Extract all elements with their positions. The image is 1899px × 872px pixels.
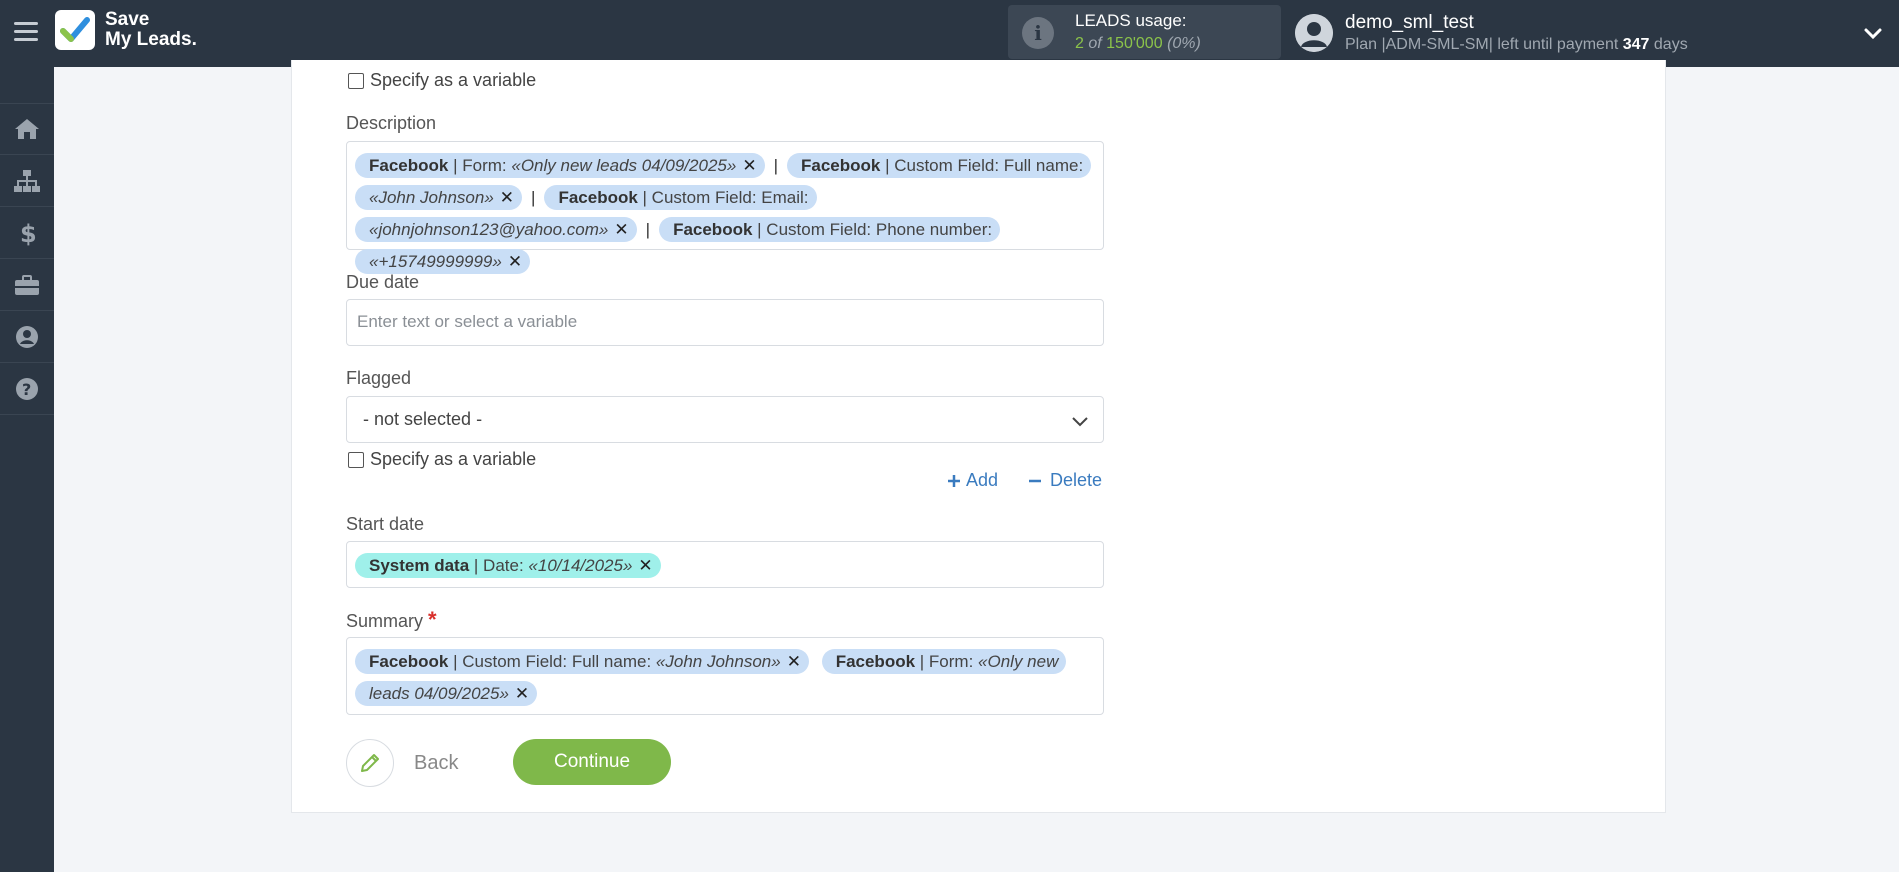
plus-icon xyxy=(948,474,960,487)
sidebar-item-billing[interactable]: $ xyxy=(0,207,54,259)
menu-toggle-icon[interactable] xyxy=(14,22,38,42)
description-label: Description xyxy=(346,113,437,133)
sidebar-item-account[interactable] xyxy=(0,311,54,363)
flagged-select[interactable]: - not selected - xyxy=(346,396,1104,443)
specify-variable-label: Specify as a variable xyxy=(370,449,537,469)
due-date-input[interactable]: Enter text or select a variable xyxy=(346,299,1104,346)
continue-button[interactable]: Continue xyxy=(513,739,671,785)
usage-count: 2 of 150'000 (0%) xyxy=(1075,35,1201,52)
app-logo[interactable]: Save My Leads. xyxy=(55,10,197,50)
flagged-label: Flagged xyxy=(346,368,412,388)
plan-info: Plan |ADM-SML-SM| left until payment 347… xyxy=(1345,36,1688,53)
user-icon xyxy=(16,325,38,348)
sidebar-item-tools[interactable] xyxy=(0,259,54,311)
due-date-label: Due date xyxy=(346,272,420,292)
due-date-placeholder: Enter text or select a variable xyxy=(357,312,578,331)
sidebar-item-home[interactable] xyxy=(0,103,54,155)
chevron-down-icon[interactable] xyxy=(1862,22,1884,44)
usage-title: LEADS usage: xyxy=(1075,11,1187,30)
remove-tag-icon[interactable]: ✕ xyxy=(742,156,756,175)
sidebar-item-connections[interactable] xyxy=(0,155,54,207)
add-link[interactable]: Add xyxy=(947,470,998,491)
home-icon xyxy=(15,119,39,139)
variable-tag: Facebook | Form: «Only new leads 04/09/2… xyxy=(355,153,765,178)
summary-field[interactable]: Facebook | Custom Field: Full name: «Joh… xyxy=(346,637,1104,715)
specify-variable-checkbox[interactable] xyxy=(348,72,364,89)
logo-line2: My Leads. xyxy=(105,29,197,50)
minus-icon xyxy=(1029,479,1041,482)
info-icon[interactable]: i xyxy=(1022,17,1054,49)
sidebar: $ ? xyxy=(0,67,54,872)
remove-tag-icon[interactable]: ✕ xyxy=(500,188,514,207)
pencil-icon xyxy=(346,739,394,787)
remove-tag-icon[interactable]: ✕ xyxy=(614,220,628,239)
dollar-icon: $ xyxy=(20,220,36,246)
summary-label: Summary * xyxy=(346,607,437,632)
sitemap-icon xyxy=(14,169,40,192)
svg-text:$: $ xyxy=(20,220,36,246)
remove-tag-icon[interactable]: ✕ xyxy=(515,684,529,703)
flagged-selected-value: - not selected - xyxy=(363,409,483,429)
specify-variable-checkbox[interactable] xyxy=(348,451,364,468)
back-label: Back xyxy=(414,751,459,774)
add-label: Add xyxy=(966,470,999,490)
logo-check-icon xyxy=(55,10,95,50)
start-date-label: Start date xyxy=(346,514,425,534)
sidebar-item-help[interactable]: ? xyxy=(0,363,54,415)
remove-tag-icon[interactable]: ✕ xyxy=(508,252,522,271)
variable-tag: Facebook | Custom Field: Full name: «Joh… xyxy=(355,649,809,674)
avatar-icon xyxy=(1295,14,1333,52)
user-name: demo_sml_test xyxy=(1345,12,1474,33)
top-bar: Save My Leads. i LEADS usage: 2 of 150'0… xyxy=(0,0,1899,67)
delete-link[interactable]: Delete xyxy=(1028,470,1102,491)
leads-usage-panel: i LEADS usage: 2 of 150'000 (0%) xyxy=(1008,5,1281,59)
svg-text:?: ? xyxy=(22,380,31,399)
remove-tag-icon[interactable]: ✕ xyxy=(638,556,652,575)
description-field[interactable]: Facebook | Form: «Only new leads 04/09/2… xyxy=(346,141,1104,274)
variable-tag: System data | Date: «10/14/2025» ✕ xyxy=(355,553,661,578)
required-marker: * xyxy=(428,607,437,632)
briefcase-icon xyxy=(15,274,39,295)
specify-variable-row-flagged: Specify as a variable xyxy=(348,449,536,470)
chevron-down-icon xyxy=(1072,417,1088,427)
specify-variable-label: Specify as a variable xyxy=(370,70,537,90)
logo-line1: Save xyxy=(105,9,150,30)
specify-variable-row-top: Specify as a variable xyxy=(348,70,536,91)
help-icon: ? xyxy=(16,377,38,400)
back-button[interactable]: Back xyxy=(346,739,458,787)
start-date-field[interactable]: System data | Date: «10/14/2025» ✕ xyxy=(346,541,1104,588)
remove-tag-icon[interactable]: ✕ xyxy=(787,652,801,671)
delete-label: Delete xyxy=(1050,470,1103,490)
